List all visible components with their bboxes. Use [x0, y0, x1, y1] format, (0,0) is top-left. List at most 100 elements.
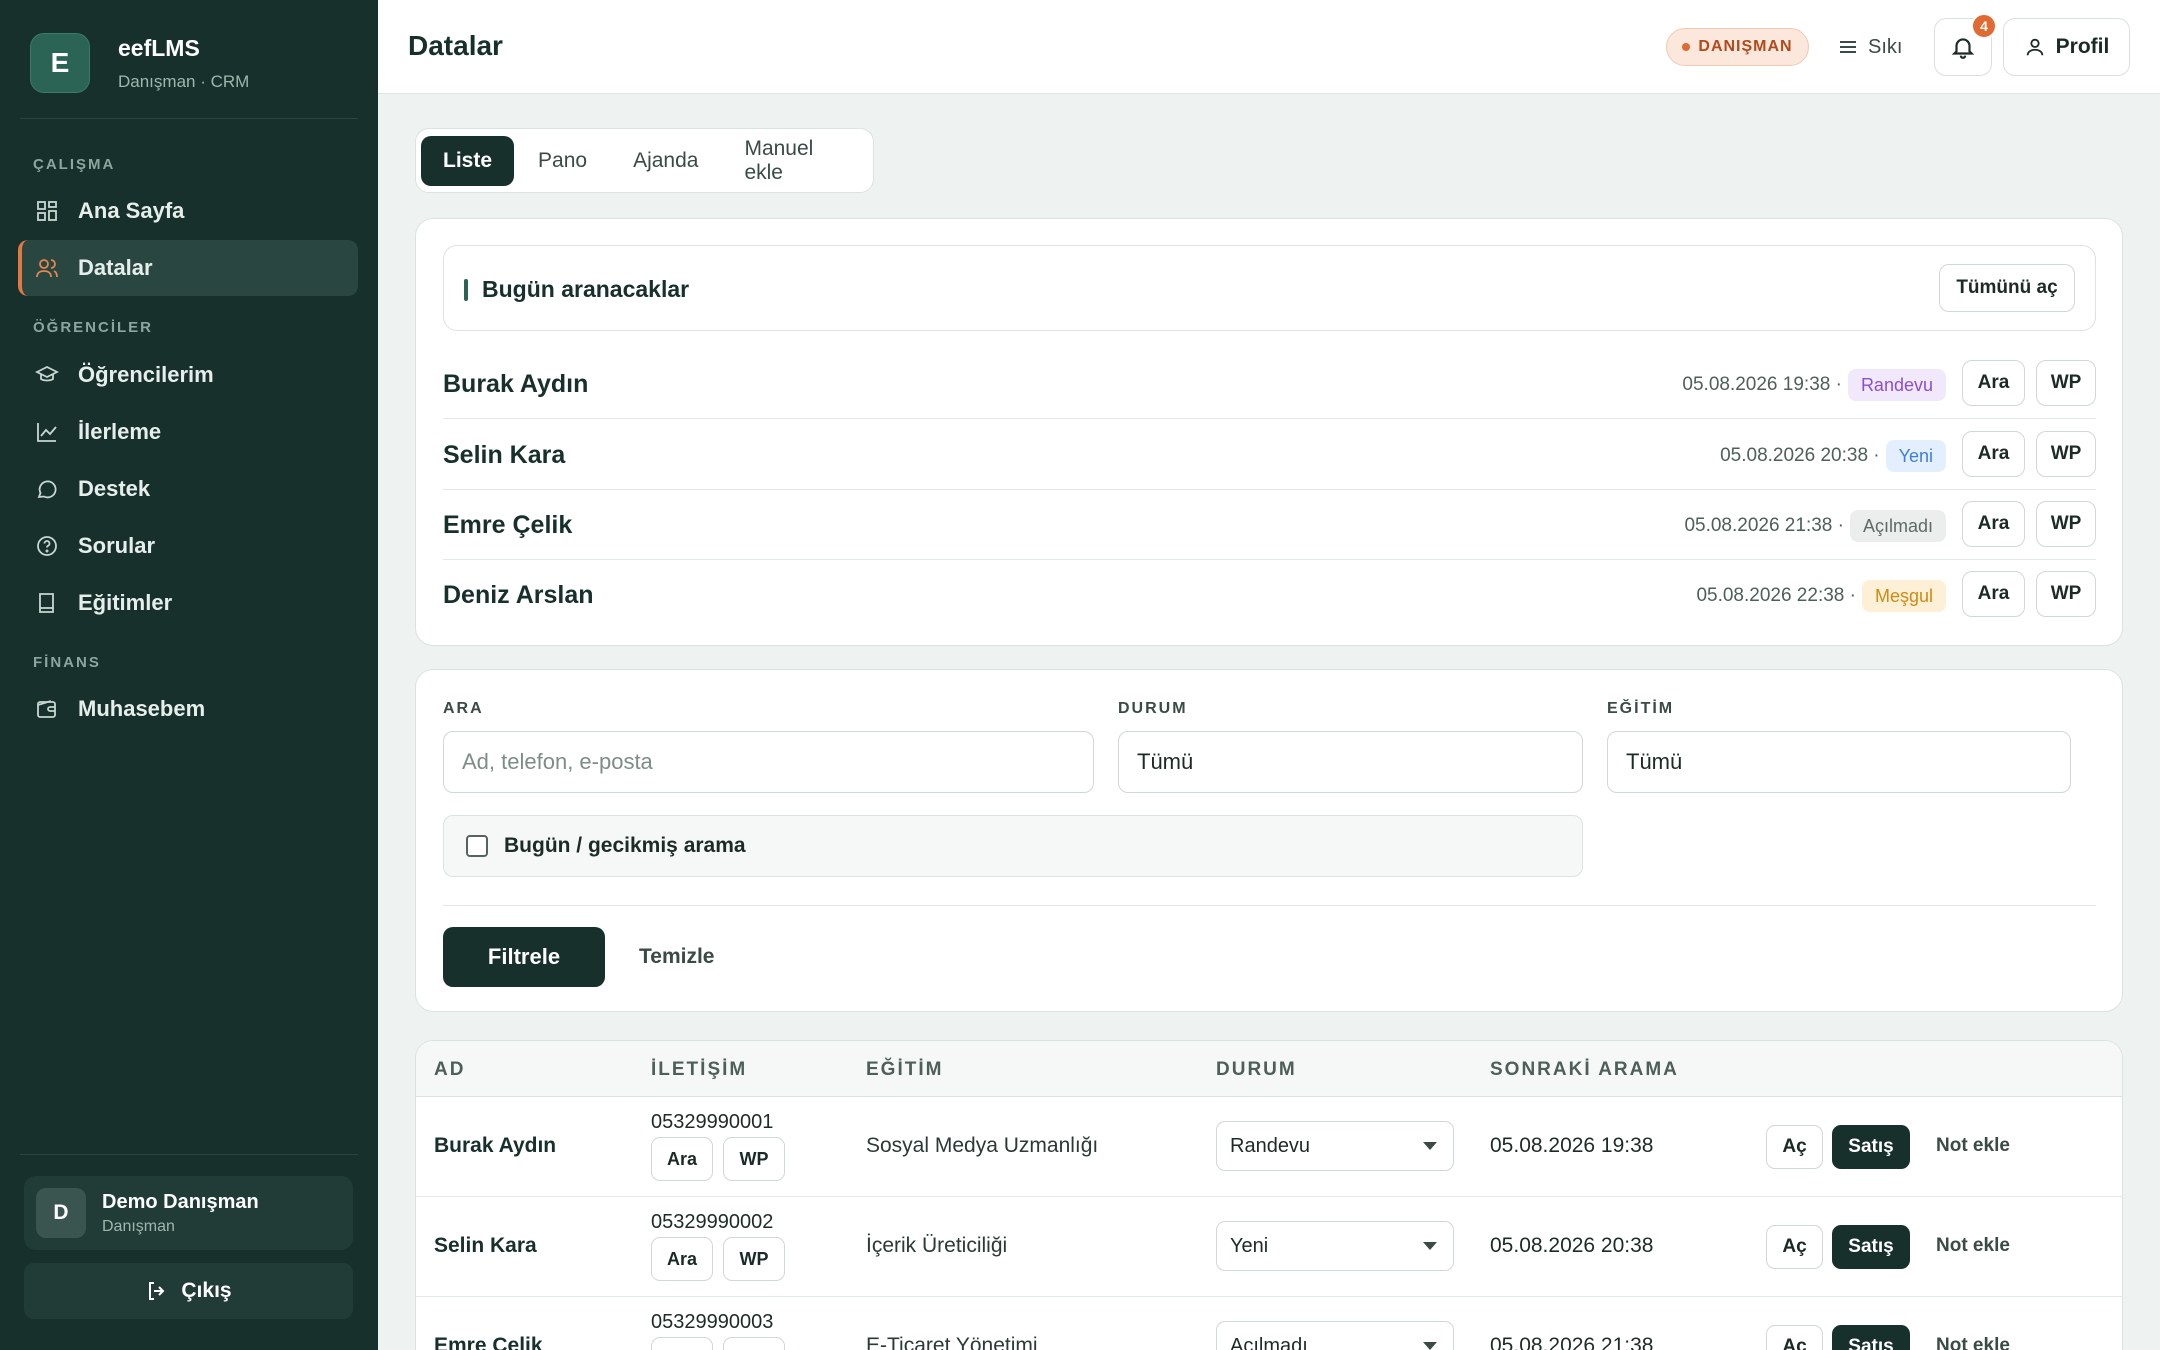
add-note-link[interactable]: Not ekle: [1936, 1135, 2010, 1157]
sidebar-item-accounting[interactable]: Muhasebem: [18, 681, 358, 737]
table-row: Selin Kara 05329990002 Ara WP İçerik Üretici…: [416, 1197, 2122, 1297]
call-datetime: 05.08.2026 21:38 ·: [1684, 515, 1844, 536]
profile-button[interactable]: Profil: [2003, 18, 2130, 76]
profile-label: Profil: [2055, 35, 2110, 58]
status-dot: [1682, 43, 1691, 51]
sidebar-item-home[interactable]: Ana Sayfa: [18, 183, 358, 239]
sidebar-item-progress[interactable]: İlerleme: [18, 404, 358, 460]
lead-name: Burak Aydın: [434, 1134, 557, 1157]
course-filter-select[interactable]: Tümü: [1607, 731, 2071, 793]
add-note-link[interactable]: Not ekle: [1936, 1335, 2010, 1350]
call-button[interactable]: Ara: [1962, 501, 2025, 547]
sidebar-item-datalar[interactable]: Datalar: [18, 240, 358, 296]
avatar: D: [36, 1188, 86, 1238]
call-button[interactable]: Ara: [651, 1237, 713, 1281]
clear-button[interactable]: Temizle: [639, 927, 714, 987]
sidebar-item-support[interactable]: Destek: [18, 461, 358, 517]
lead-name: Emre Çelik: [443, 511, 573, 539]
call-button[interactable]: Ara: [1962, 360, 2025, 406]
brand-name: eefLMS: [118, 34, 200, 61]
today-call-row: Deniz Arslan 05.08.2026 22:38 · Meşgul Ara W…: [443, 560, 2096, 630]
notifications-button[interactable]: 4: [1934, 13, 1997, 76]
status-filter-select[interactable]: Tümü: [1118, 731, 1583, 793]
logout-label: Çıkış: [181, 1279, 232, 1302]
tab-manuel-ekle[interactable]: Manuel ekle: [722, 136, 871, 186]
open-all-button[interactable]: Tümünü aç: [1939, 264, 2075, 312]
filter-button[interactable]: Filtrele: [443, 927, 605, 987]
sidebar-item-label: Öğrencilerim: [78, 362, 214, 387]
overdue-calls-checkbox-row[interactable]: Bugün / gecikmiş arama: [443, 815, 1583, 877]
column-header-status: DURUM: [1216, 1059, 1297, 1080]
next-call-date: 05.08.2026 19:38: [1490, 1134, 1654, 1157]
sidebar-item-label: Muhasebem: [78, 696, 206, 721]
role-badge: DANIŞMAN: [1666, 28, 1809, 66]
call-button[interactable]: Ara: [651, 1337, 713, 1350]
sidebar-item-label: Sorular: [78, 533, 156, 558]
whatsapp-button[interactable]: WP: [723, 1337, 785, 1350]
tab-pano[interactable]: Pano: [516, 136, 609, 186]
checkbox[interactable]: [466, 835, 488, 857]
status-select[interactable]: Yeni: [1216, 1221, 1454, 1271]
whatsapp-button[interactable]: WP: [2036, 501, 2096, 547]
section-label-finance: FİNANS: [33, 654, 101, 671]
menu-icon: [1840, 41, 1856, 53]
today-call-row: Selin Kara 05.08.2026 20:38 · Yeni Ara WP: [443, 420, 2096, 490]
lead-name: Selin Kara: [434, 1234, 537, 1257]
course-name: E-Ticaret Yönetimi: [866, 1334, 1038, 1350]
sale-button[interactable]: Satış: [1832, 1325, 1910, 1350]
user-name: Demo Danışman: [102, 1190, 259, 1213]
call-button[interactable]: Ara: [651, 1137, 713, 1181]
whatsapp-button[interactable]: WP: [2036, 571, 2096, 617]
leads-table: AD İLETİŞİM EĞİTİM DURUM SONRAKİ ARAMA B…: [415, 1040, 2123, 1350]
call-button[interactable]: Ara: [1962, 431, 2025, 477]
sidebar-item-questions[interactable]: Sorular: [18, 518, 358, 574]
call-meta: 05.08.2026 19:38 · Randevu: [1682, 369, 1946, 401]
status-select[interactable]: Açılmadı: [1216, 1321, 1454, 1350]
search-label: ARA: [443, 700, 484, 717]
status-badge: Yeni: [1885, 440, 1946, 472]
lead-name: Emre Çelik: [434, 1334, 543, 1350]
user-card[interactable]: D Demo Danışman Danışman: [24, 1176, 353, 1250]
whatsapp-button[interactable]: WP: [2036, 360, 2096, 406]
lead-name: Deniz Arslan: [443, 581, 594, 609]
sale-button[interactable]: Satış: [1832, 1225, 1910, 1269]
help-circle-icon: [34, 533, 60, 559]
whatsapp-button[interactable]: WP: [723, 1237, 785, 1281]
role-badge-label: DANIŞMAN: [1698, 38, 1793, 55]
page-title: Datalar: [408, 30, 503, 61]
course-filter-label: EĞİTİM: [1607, 700, 1675, 717]
status-badge: Açılmadı: [1849, 510, 1946, 542]
table-row: Burak Aydın 05329990001 Ara WP Sosyal Medya …: [416, 1097, 2122, 1197]
call-button[interactable]: Ara: [1962, 571, 2025, 617]
whatsapp-button[interactable]: WP: [723, 1137, 785, 1181]
open-button[interactable]: Aç: [1766, 1125, 1823, 1169]
sidebar: E eefLMS Danışman · CRM ÇALIŞMA Ana Sayf…: [0, 0, 378, 1350]
sale-button[interactable]: Satış: [1832, 1125, 1910, 1169]
brand-subtitle: Danışman · CRM: [118, 71, 250, 91]
view-tabs: Liste Pano Ajanda Manuel ekle: [415, 128, 874, 193]
lead-name: Burak Aydın: [443, 370, 589, 398]
column-header-name: AD: [434, 1059, 466, 1080]
today-call-row: Burak Aydın 05.08.2026 19:38 · Randevu Ara W…: [443, 349, 2096, 419]
sidebar-item-label: Ana Sayfa: [78, 198, 185, 223]
section-label-students: ÖĞRENCİLER: [33, 319, 154, 336]
add-note-link[interactable]: Not ekle: [1936, 1235, 2010, 1257]
status-select[interactable]: Randevu: [1216, 1121, 1454, 1171]
open-button[interactable]: Aç: [1766, 1325, 1823, 1350]
search-input[interactable]: Ad, telefon, e-posta: [443, 731, 1094, 793]
open-button[interactable]: Aç: [1766, 1225, 1823, 1269]
users-icon: [34, 255, 60, 281]
logout-button[interactable]: Çıkış: [24, 1263, 353, 1319]
column-header-course: EĞİTİM: [866, 1059, 944, 1080]
whatsapp-button[interactable]: WP: [2036, 431, 2096, 477]
tab-liste[interactable]: Liste: [421, 135, 515, 186]
sidebar-item-students[interactable]: Öğrencilerim: [18, 347, 358, 403]
wallet-icon: [34, 696, 60, 722]
column-header-next-call: SONRAKİ ARAMA: [1490, 1059, 1679, 1080]
sidebar-item-courses[interactable]: Eğitimler: [18, 575, 358, 631]
notification-count-badge: 4: [1971, 13, 1997, 39]
user-icon: [2026, 38, 2043, 56]
tab-ajanda[interactable]: Ajanda: [611, 136, 720, 186]
density-toggle[interactable]: Sıkı: [1838, 30, 1902, 64]
chevron-down-icon: [1423, 1342, 1437, 1350]
